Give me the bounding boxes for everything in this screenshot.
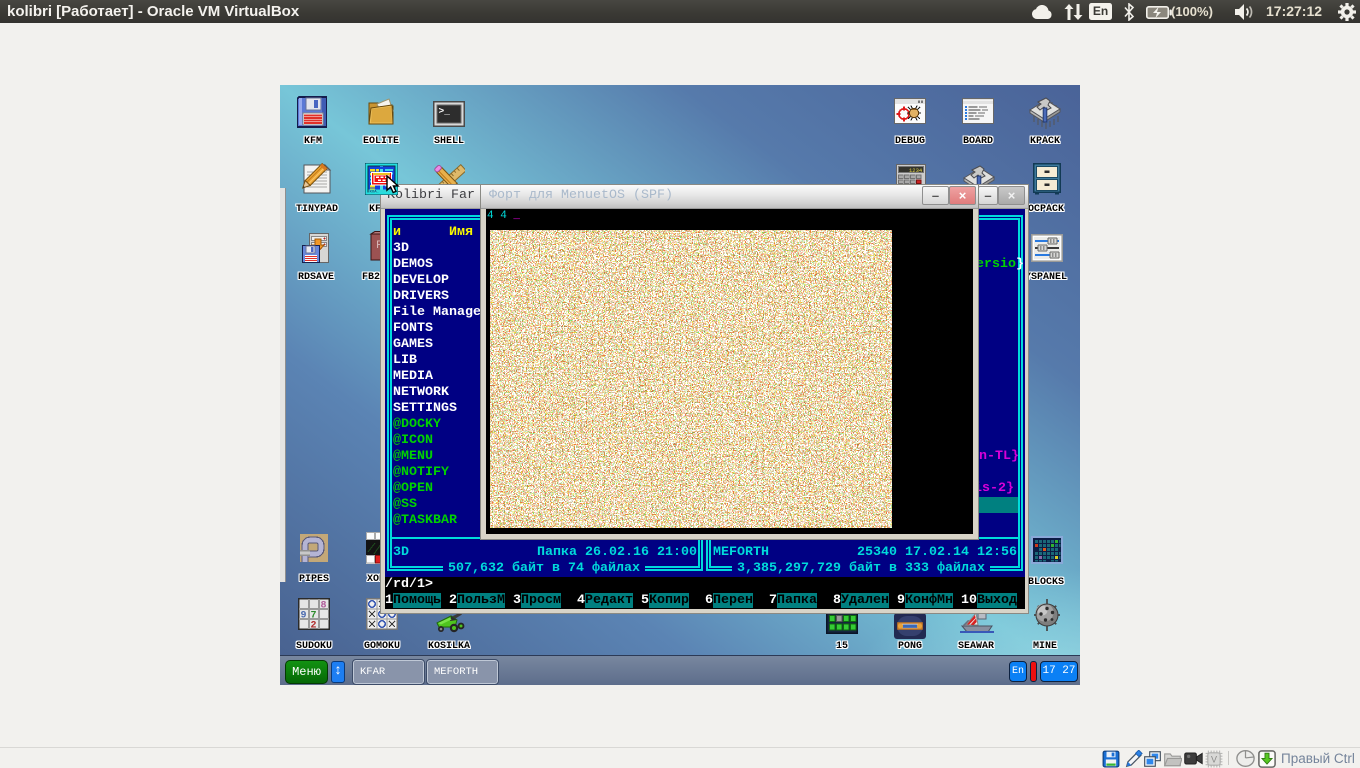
svg-text:8: 8	[321, 601, 327, 612]
svg-text:V: V	[1211, 754, 1217, 764]
svg-text:>_: >_	[439, 106, 451, 117]
svg-text:9: 9	[301, 611, 307, 622]
svg-text:1234: 1234	[909, 167, 923, 174]
svg-text:KOA.: KOA.	[370, 191, 380, 195]
svg-text:2: 2	[311, 621, 317, 631]
